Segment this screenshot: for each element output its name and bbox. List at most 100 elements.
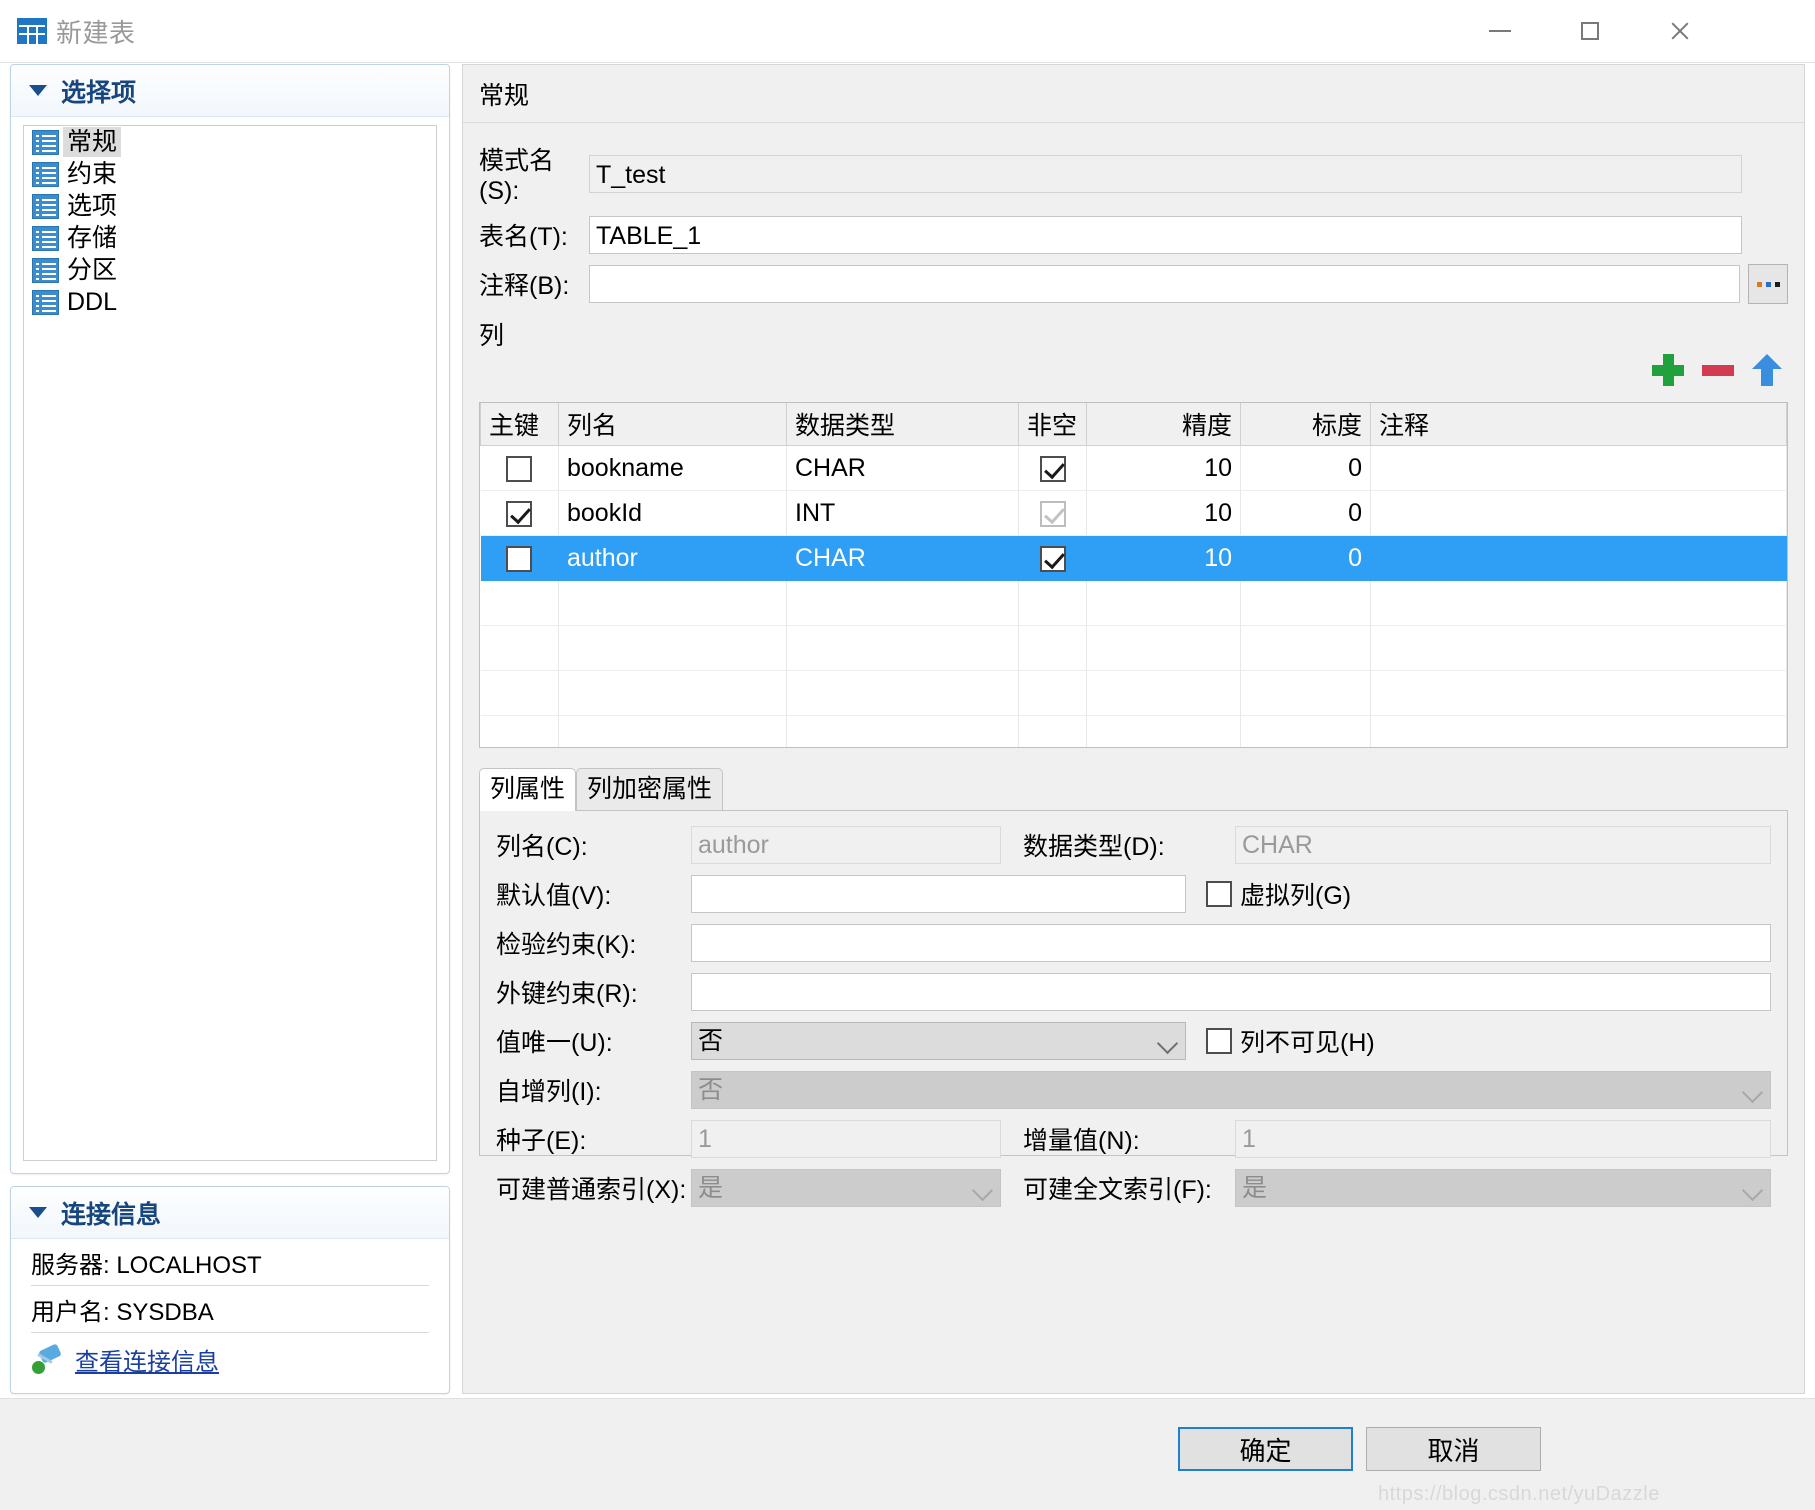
cell-primary-key[interactable]: [480, 445, 559, 491]
cell-empty[interactable]: [480, 625, 559, 671]
grid-header-cell[interactable]: 列名: [558, 403, 787, 446]
cell-scale[interactable]: 0: [1240, 490, 1371, 536]
ok-button[interactable]: 确定: [1178, 1427, 1353, 1471]
cell-empty[interactable]: [558, 715, 787, 747]
identity-select[interactable]: 否: [691, 1071, 1771, 1109]
grid-header-cell[interactable]: 注释: [1370, 403, 1787, 446]
foreign-key-input[interactable]: [691, 973, 1771, 1011]
unique-select[interactable]: 否: [691, 1022, 1186, 1060]
data-type-input[interactable]: CHAR: [1235, 826, 1771, 864]
fulltext-index-select[interactable]: 是: [1235, 1169, 1771, 1207]
cell-empty[interactable]: [1240, 670, 1371, 716]
minus-icon[interactable]: [1702, 364, 1734, 376]
table-row-empty[interactable]: [480, 625, 1787, 671]
options-tree[interactable]: 常规 约束 选项 存储 分区 DDL: [23, 125, 437, 1161]
close-button[interactable]: [1635, 0, 1725, 62]
cell-empty[interactable]: [1240, 715, 1371, 747]
sidebar-item-4[interactable]: 分区: [24, 254, 436, 286]
view-connection-info-row[interactable]: 查看连接信息: [31, 1333, 429, 1385]
comment-input[interactable]: [589, 265, 1740, 303]
cell-empty[interactable]: [1370, 580, 1787, 626]
cell-empty[interactable]: [786, 625, 1019, 671]
cell-not-null[interactable]: [1018, 535, 1087, 581]
cell-primary-key[interactable]: [480, 535, 559, 581]
increment-input[interactable]: 1: [1235, 1120, 1771, 1158]
cell-empty[interactable]: [786, 715, 1019, 747]
cell-empty[interactable]: [1018, 625, 1087, 671]
sidebar-item-2[interactable]: 选项: [24, 190, 436, 222]
default-value-input[interactable]: [691, 875, 1186, 913]
sidebar-item-0[interactable]: 常规: [24, 126, 436, 158]
cell-empty[interactable]: [1370, 715, 1787, 747]
cell-data-type[interactable]: CHAR: [786, 445, 1019, 491]
tab-1[interactable]: 列加密属性: [576, 768, 724, 810]
table-row[interactable]: bookId INT 10 0: [480, 490, 1787, 536]
cell-empty[interactable]: [480, 580, 559, 626]
cell-comment[interactable]: [1370, 445, 1787, 491]
view-connection-info-link[interactable]: 查看连接信息: [75, 1342, 219, 1377]
grid-header-cell[interactable]: 非空: [1018, 403, 1087, 446]
cell-empty[interactable]: [558, 670, 787, 716]
cell-precision[interactable]: 10: [1086, 490, 1241, 536]
seed-input[interactable]: 1: [691, 1120, 1001, 1158]
table-row[interactable]: bookname CHAR 10 0: [480, 445, 1787, 491]
cell-comment[interactable]: [1370, 535, 1787, 581]
cell-scale[interactable]: 0: [1240, 445, 1371, 491]
cell-comment[interactable]: [1370, 490, 1787, 536]
grid-header-cell[interactable]: 精度: [1086, 403, 1241, 446]
schema-input[interactable]: T_test: [589, 154, 1742, 193]
invisible-column-checkbox[interactable]: [1206, 1028, 1232, 1054]
primary-key-checkbox[interactable]: [506, 455, 533, 482]
virtual-column-checkbox-row[interactable]: 虚拟列(G): [1206, 876, 1351, 912]
cell-empty[interactable]: [1086, 670, 1241, 716]
invisible-column-checkbox-row[interactable]: 列不可见(H): [1206, 1023, 1375, 1059]
virtual-column-checkbox[interactable]: [1206, 881, 1232, 907]
table-name-input[interactable]: TABLE_1: [589, 216, 1742, 254]
primary-key-checkbox[interactable]: [506, 545, 533, 572]
cell-empty[interactable]: [1018, 715, 1087, 747]
cell-empty[interactable]: [1018, 580, 1087, 626]
table-row-empty[interactable]: [480, 670, 1787, 716]
grid-header-cell[interactable]: 标度: [1240, 403, 1371, 446]
cell-empty[interactable]: [1370, 625, 1787, 671]
column-name-input[interactable]: author: [691, 826, 1001, 864]
cell-empty[interactable]: [786, 670, 1019, 716]
cell-empty[interactable]: [786, 580, 1019, 626]
cell-primary-key[interactable]: [480, 490, 559, 536]
cell-precision[interactable]: 10: [1086, 445, 1241, 491]
cell-empty[interactable]: [480, 670, 559, 716]
cell-column-name[interactable]: author: [558, 535, 787, 581]
cell-scale[interactable]: 0: [1240, 535, 1371, 581]
cell-empty[interactable]: [480, 715, 559, 747]
cell-data-type[interactable]: INT: [786, 490, 1019, 536]
sidebar-item-5[interactable]: DDL: [24, 286, 436, 318]
minimize-button[interactable]: [1455, 0, 1545, 62]
cell-empty[interactable]: [1086, 580, 1241, 626]
cell-empty[interactable]: [1086, 715, 1241, 747]
cell-column-name[interactable]: bookId: [558, 490, 787, 536]
not-null-checkbox[interactable]: [1039, 500, 1066, 527]
connection-section-header[interactable]: 连接信息: [11, 1187, 449, 1239]
cell-empty[interactable]: [1240, 625, 1371, 671]
not-null-checkbox[interactable]: [1039, 545, 1066, 572]
cell-precision[interactable]: 10: [1086, 535, 1241, 581]
tab-0[interactable]: 列属性: [479, 768, 577, 811]
columns-grid[interactable]: 主键 列名 数据类型 非空 精度 标度 注释 bookname CHAR 10 0 bookId IN…: [479, 402, 1788, 748]
cancel-button[interactable]: 取消: [1366, 1427, 1541, 1471]
cell-empty[interactable]: [1370, 670, 1787, 716]
table-row-empty[interactable]: [480, 580, 1787, 626]
cell-not-null[interactable]: [1018, 445, 1087, 491]
check-constraint-input[interactable]: [691, 924, 1771, 962]
cell-empty[interactable]: [1086, 625, 1241, 671]
plus-icon[interactable]: [1652, 354, 1684, 386]
property-tabs[interactable]: 列属性 列加密属性: [479, 768, 1788, 811]
table-row[interactable]: author CHAR 10 0: [480, 535, 1787, 581]
maximize-button[interactable]: [1545, 0, 1635, 62]
cell-empty[interactable]: [1240, 580, 1371, 626]
cell-data-type[interactable]: CHAR: [786, 535, 1019, 581]
normal-index-select[interactable]: 是: [691, 1169, 1001, 1207]
sidebar-item-1[interactable]: 约束: [24, 158, 436, 190]
cell-column-name[interactable]: bookname: [558, 445, 787, 491]
primary-key-checkbox[interactable]: [506, 500, 533, 527]
grid-header-cell[interactable]: 主键: [480, 403, 559, 446]
